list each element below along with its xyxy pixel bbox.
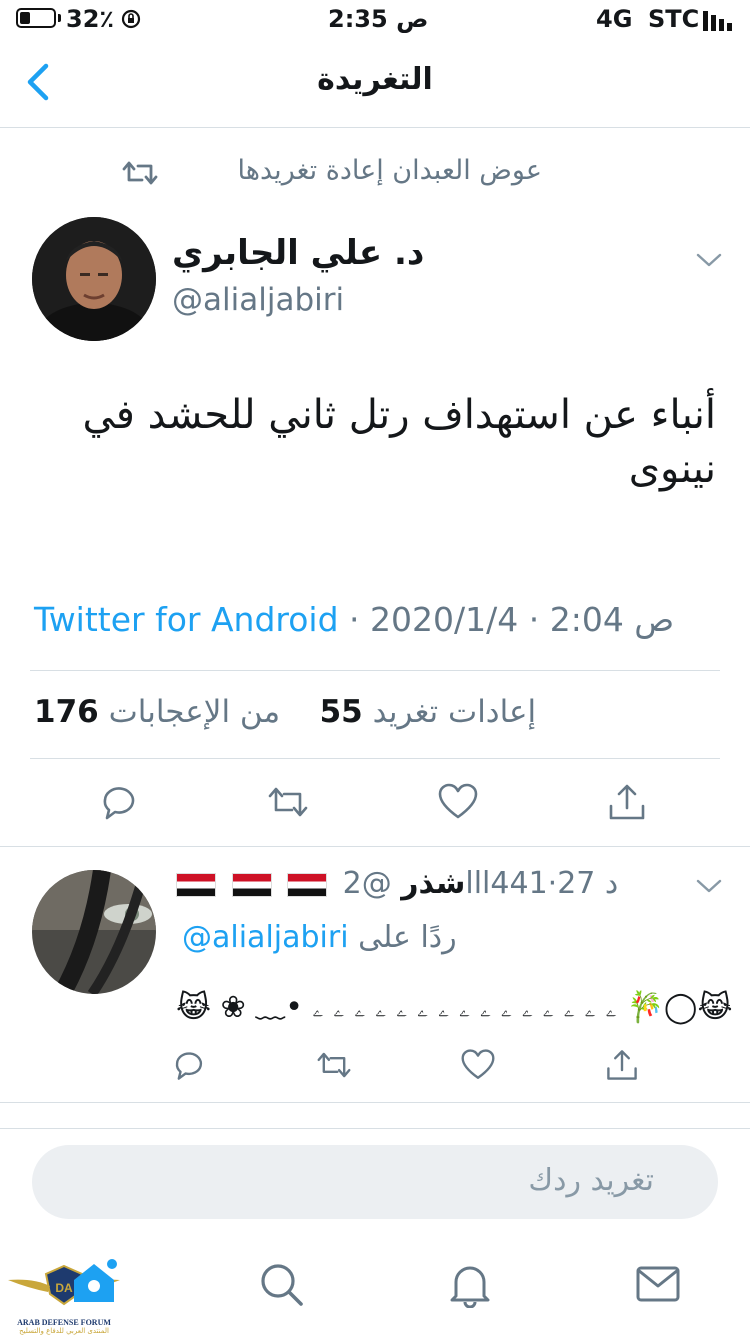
chevron-down-icon[interactable] [696,252,722,268]
author-name[interactable]: د. علي الجابري [172,233,424,273]
notifications-icon[interactable] [446,1260,494,1308]
replying-to-handle[interactable]: @alialjabiri [182,920,349,955]
status-bar: 32٪ 2:35 ص 4G STC [0,0,750,40]
battery-icon [16,8,56,28]
reply-icon[interactable] [172,1048,206,1082]
signal-icon [703,11,732,31]
share-icon[interactable] [605,1048,639,1082]
watermark-text: ARAB DEFENSE FORUM [17,1318,111,1327]
divider [0,127,750,128]
tweet-text: أنباء عن استهداف رتل ثاني للحشد في نينوى [82,392,716,492]
flag-icon [287,872,328,897]
clock: 2:35 ص [328,5,429,33]
author-handle[interactable]: @alialjabiri [172,282,344,318]
replying-to: @alialjabiri ردًا على [182,920,457,955]
flag-icon [176,872,216,897]
like-icon[interactable] [438,782,478,822]
messages-icon[interactable] [634,1260,682,1308]
network-type: 4G [596,5,633,33]
page-title: التغريدة [317,62,433,97]
tweet-meta: Twitter for Android · 2020/1/4 · ص 2:04 [34,600,674,639]
carrier: STC [648,5,700,33]
likes-label[interactable]: من الإعجابات [109,694,281,730]
retweet-icon[interactable] [316,1048,352,1082]
retweet-icon [122,161,158,185]
retweet-context[interactable]: عوض العبدان إعادة تغريدها [238,155,542,186]
replying-to-label: ردًا على [358,920,457,955]
like-icon[interactable] [461,1048,495,1082]
retweets-count[interactable]: 55 [320,694,363,730]
divider [0,846,750,847]
likes-count[interactable]: 176 [34,694,99,730]
search-icon[interactable] [257,1260,305,1308]
tab-bar: DA ARAB DEFENSE FORUM المنتدى العربي للد… [0,1238,750,1335]
rotation-lock-icon [121,9,141,29]
reply-composer[interactable]: تغريد ردك [32,1145,718,1219]
share-icon[interactable] [607,782,647,822]
divider [30,758,720,759]
tweet-source[interactable]: Twitter for Android [34,600,339,639]
divider [30,670,720,671]
retweet-icon[interactable] [268,782,308,822]
avatar[interactable] [32,217,156,341]
retweets-label[interactable]: إعادات تغريد [373,694,537,730]
home-icon[interactable] [70,1258,118,1306]
chevron-down-icon[interactable] [696,878,722,894]
tweet-timestamp: · 2020/1/4 · ص 2:04 [338,600,675,639]
flag-icon [231,872,272,897]
divider [0,1128,750,1129]
reply-text: 😹 ❀ ﹏• ۦ ۦ ۦ ۦ ۦ ۦ ۦ ۦ ۦ ۦ ۦ ۦ ۦ ۦ ۦ 🎋◯😹 [176,990,733,1025]
divider [0,1102,750,1103]
reply-avatar[interactable] [32,870,156,994]
reply-header: شذر @2lll441·27 د [176,866,618,901]
reply-icon[interactable] [99,782,139,822]
battery-percent: 32٪ [66,5,115,33]
reply-time: 27 د [557,866,619,901]
tweet-stats: إعادات تغريد 55 من الإعجابات 176 [34,694,536,730]
reply-author-name[interactable]: شذر [401,866,465,901]
